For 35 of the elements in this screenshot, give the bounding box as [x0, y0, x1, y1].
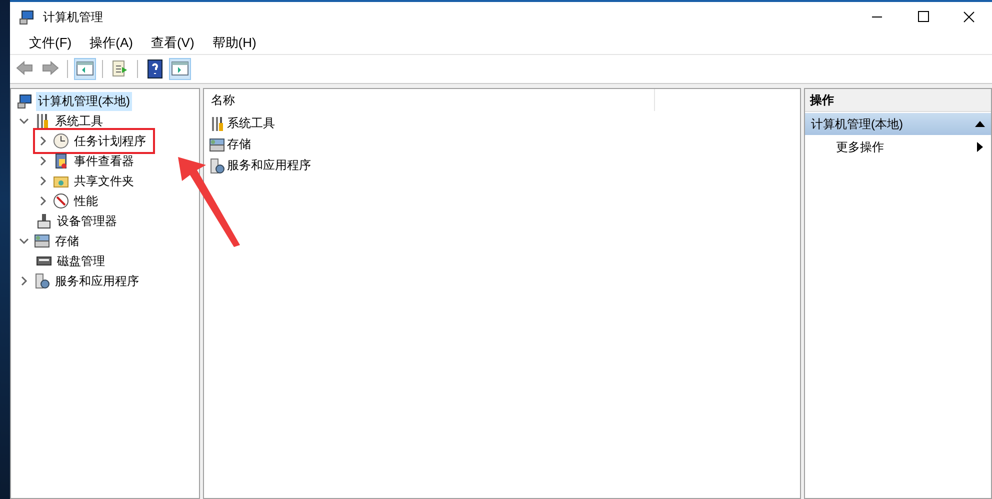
- tree-item[interactable]: 磁盘管理: [55, 252, 107, 270]
- tree-item[interactable]: 事件查看器: [72, 152, 136, 170]
- window-title: 计算机管理: [43, 8, 103, 26]
- storage-drive-icon: [34, 233, 50, 249]
- list-item[interactable]: 存储: [227, 136, 251, 153]
- computer-icon: [17, 93, 33, 109]
- tree-item[interactable]: 服务和应用程序: [53, 272, 141, 290]
- menu-item[interactable]: 文件(F): [20, 32, 81, 54]
- list-item[interactable]: 系统工具: [227, 115, 275, 132]
- tree-item[interactable]: 共享文件夹: [72, 172, 136, 190]
- log-book-icon: [53, 153, 69, 169]
- menu-item[interactable]: 帮助(H): [203, 32, 266, 54]
- tree-item[interactable]: 设备管理器: [55, 212, 119, 230]
- tree-item[interactable]: 系统工具: [53, 112, 105, 130]
- tree-item[interactable]: 计算机管理(本地): [36, 92, 132, 110]
- action-pane-toggle-button[interactable]: [169, 58, 191, 80]
- column-header[interactable]: 名称: [204, 89, 655, 111]
- tree-item[interactable]: 任务计划程序: [72, 132, 148, 150]
- storage-drive-icon: [209, 136, 225, 152]
- tree-item[interactable]: 存储: [53, 232, 81, 250]
- menu-item[interactable]: 操作(A): [80, 32, 142, 54]
- section-title: 计算机管理(本地): [811, 116, 903, 132]
- section-header[interactable]: 计算机管理(本地): [805, 113, 991, 135]
- clock-icon: [53, 133, 69, 149]
- gauge-icon: [53, 193, 69, 209]
- action-label: 更多操作: [836, 138, 884, 156]
- tree-pane-toggle-button[interactable]: [74, 58, 96, 80]
- action-item[interactable]: 更多操作: [805, 135, 991, 159]
- menu-item[interactable]: 查看(V): [142, 32, 204, 54]
- pane-header: 操作: [805, 89, 991, 112]
- tree-item[interactable]: 性能: [72, 192, 100, 210]
- list-item[interactable]: 服务和应用程序: [227, 157, 311, 174]
- collapse-triangle-icon[interactable]: [975, 120, 985, 128]
- computer-icon: [19, 9, 35, 25]
- device-icon: [36, 213, 52, 229]
